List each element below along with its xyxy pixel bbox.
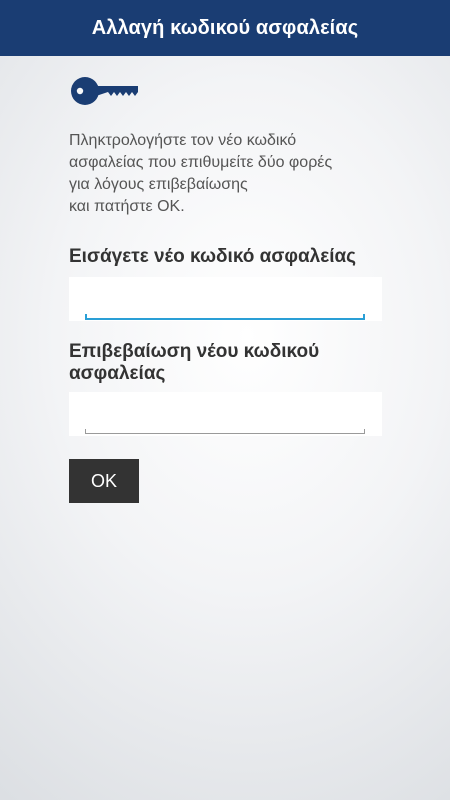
key-icon — [71, 77, 138, 105]
new-code-label: Εισάγετε νέο κωδικό ασφαλείας — [69, 246, 357, 267]
instructions-line: ασφαλείας που επιθυμείτε δύο φορές — [69, 154, 333, 171]
app-header: Αλλαγή κωδικού ασφαλείας — [0, 0, 450, 56]
instructions-line: Πληκτρολογήστε τον νέο κωδικό — [69, 132, 297, 149]
ok-button[interactable]: OK — [69, 459, 139, 503]
confirm-code-input[interactable] — [69, 392, 382, 436]
instructions-line: για λόγους επιβεβαίωσης — [69, 176, 248, 193]
new-code-input[interactable] — [69, 277, 382, 321]
confirm-code-input-underline — [85, 429, 365, 434]
confirm-code-label: Επιβεβαίωση νέου κωδικού ασφαλείας — [69, 341, 320, 384]
new-code-input-underline — [85, 314, 365, 320]
page-title: Αλλαγή κωδικού ασφαλείας — [91, 16, 359, 39]
instructions-line: και πατήστε ΟΚ. — [69, 198, 185, 215]
instructions-text: Πληκτρολογήστε τον νέο κωδικό ασφαλείας … — [69, 130, 399, 218]
